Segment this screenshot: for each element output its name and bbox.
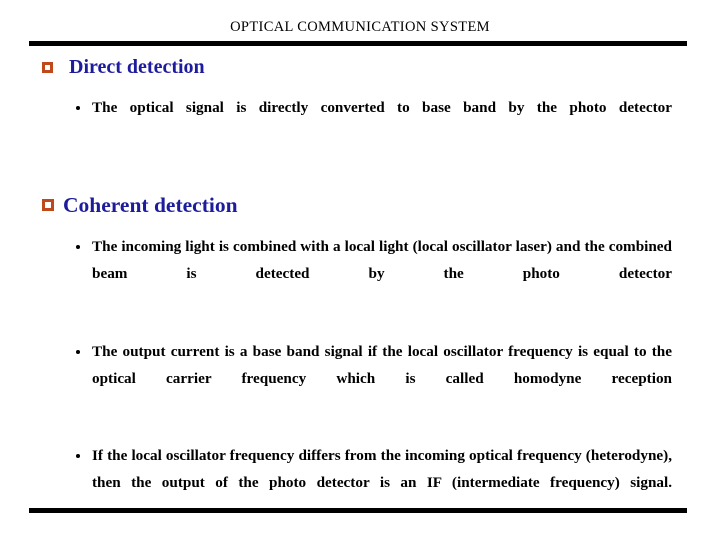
list-item-text: The optical signal is directly converted… <box>92 99 672 116</box>
heading-coherent-detection-label: Coherent detection <box>63 192 238 217</box>
heading-direct-detection-label: Direct detection <box>69 56 205 78</box>
presentation-slide: OPTICAL COMMUNICATION SYSTEM Direct dete… <box>0 0 720 540</box>
heading-coherent-detection: Coherent detection <box>0 193 720 218</box>
round-bullet-icon <box>76 454 80 459</box>
list-item: The incoming light is combined with a lo… <box>76 234 672 314</box>
header-divider-rule <box>29 41 687 46</box>
list-item-text: The output current is a base band signal… <box>92 342 672 387</box>
list-item: The optical signal is directly converted… <box>76 95 672 149</box>
round-bullet-icon <box>76 349 80 354</box>
slide-title: OPTICAL COMMUNICATION SYSTEM <box>230 19 490 35</box>
square-bullet-icon <box>42 198 54 211</box>
bullet-list-coherent-detection: The incoming light is combined with a lo… <box>76 234 672 523</box>
footer-divider-rule <box>29 508 687 513</box>
list-item: The output current is a base band signal… <box>76 339 672 419</box>
square-bullet-icon <box>42 62 53 73</box>
list-item-text: The incoming light is combined with a lo… <box>92 238 672 283</box>
slide-body: Direct detection The optical signal is d… <box>0 56 720 523</box>
round-bullet-icon <box>76 245 80 250</box>
heading-direct-detection: Direct detection <box>0 56 720 79</box>
bullet-list-direct-detection: The optical signal is directly converted… <box>76 95 672 149</box>
round-bullet-icon <box>76 106 80 110</box>
